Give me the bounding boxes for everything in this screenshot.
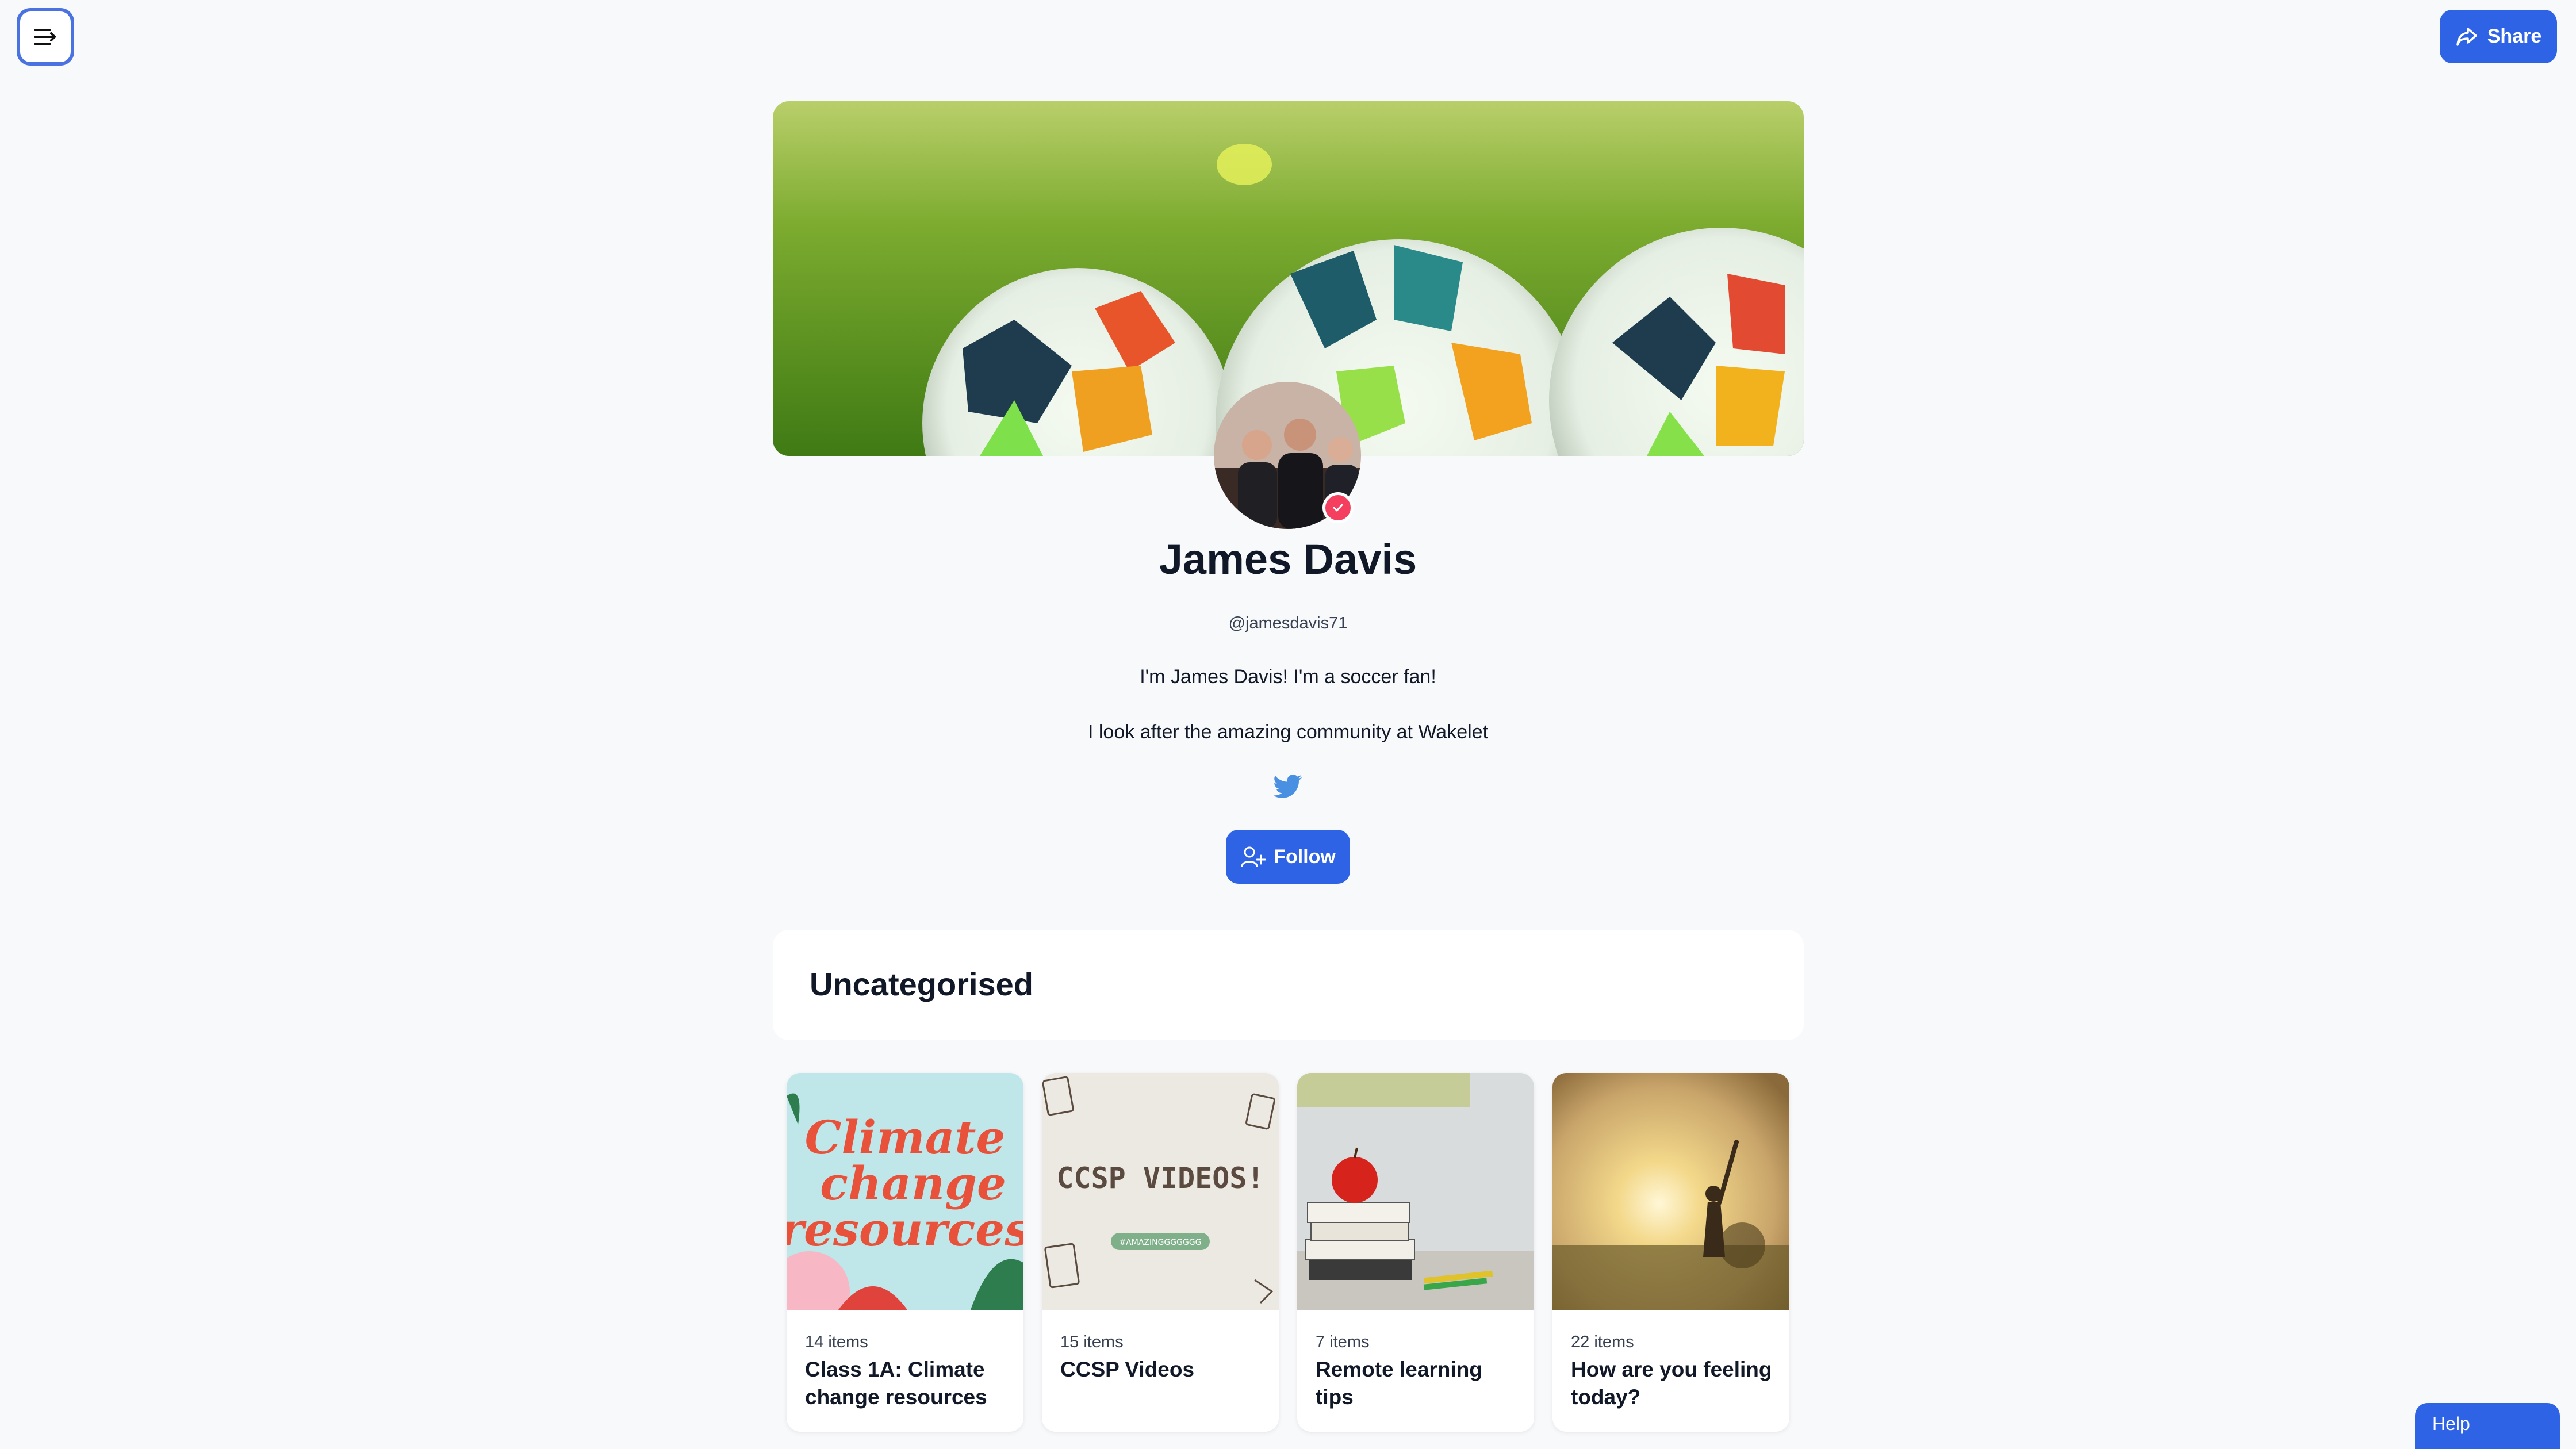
profile-bio-line-1: I'm James Davis! I'm a soccer fan! xyxy=(1140,666,1436,688)
section-title: Uncategorised xyxy=(810,966,1033,1002)
collection-card-climate[interactable]: Climate change resources 14 items Class … xyxy=(787,1073,1023,1432)
collection-title: Class 1A: Climate change resources xyxy=(805,1358,987,1409)
collection-card-feeling-today[interactable]: 22 items How are you feeling today? xyxy=(1552,1073,1789,1432)
profile-bio-line-2: I look after the amazing community at Wa… xyxy=(1087,721,1489,743)
collection-title: How are you feeling today? xyxy=(1571,1358,1772,1409)
collection-thumbnail xyxy=(1297,1073,1534,1310)
collection-card-ccsp[interactable]: CCSP VIDEOS! #AMAZINGGGGGGG 15 items CCS… xyxy=(1042,1073,1279,1432)
collection-card-remote-learning[interactable]: 7 items Remote learning tips xyxy=(1297,1073,1534,1432)
thumb-text-3: resources xyxy=(787,1202,1023,1256)
follow-label: Follow xyxy=(1274,845,1336,868)
collection-item-count: 22 items xyxy=(1571,1333,1634,1351)
share-button[interactable]: Share xyxy=(2440,10,2557,63)
add-user-icon xyxy=(1241,846,1266,867)
profile-handle: @jamesdavis71 xyxy=(1228,614,1348,632)
menu-button[interactable] xyxy=(17,8,74,66)
collection-item-count: 7 items xyxy=(1316,1333,1370,1351)
collection-thumbnail xyxy=(1552,1073,1789,1310)
follow-button[interactable]: Follow xyxy=(1226,830,1350,884)
help-button[interactable]: Help xyxy=(2415,1403,2560,1449)
collection-thumbnail: CCSP VIDEOS! #AMAZINGGGGGGG xyxy=(1042,1073,1279,1310)
twitter-icon[interactable] xyxy=(1274,775,1302,799)
profile-name: James Davis xyxy=(1159,535,1417,583)
collection-thumbnail: Climate change resources xyxy=(787,1073,1023,1310)
share-arrow-icon xyxy=(2456,27,2477,46)
collection-title: CCSP Videos xyxy=(1060,1358,1195,1381)
share-label: Share xyxy=(2487,25,2542,47)
section-header: Uncategorised xyxy=(773,930,1804,1040)
collection-item-count: 15 items xyxy=(1060,1333,1124,1351)
thumb-text-1: CCSP VIDEOS! xyxy=(1056,1162,1264,1195)
collection-title: Remote learning tips xyxy=(1316,1358,1482,1409)
check-icon xyxy=(1333,504,1343,512)
collection-item-count: 14 items xyxy=(805,1333,868,1351)
menu-icon xyxy=(34,29,56,45)
verified-badge xyxy=(1322,492,1354,523)
thumb-text-2: #AMAZINGGGGGGG xyxy=(1119,1238,1201,1247)
